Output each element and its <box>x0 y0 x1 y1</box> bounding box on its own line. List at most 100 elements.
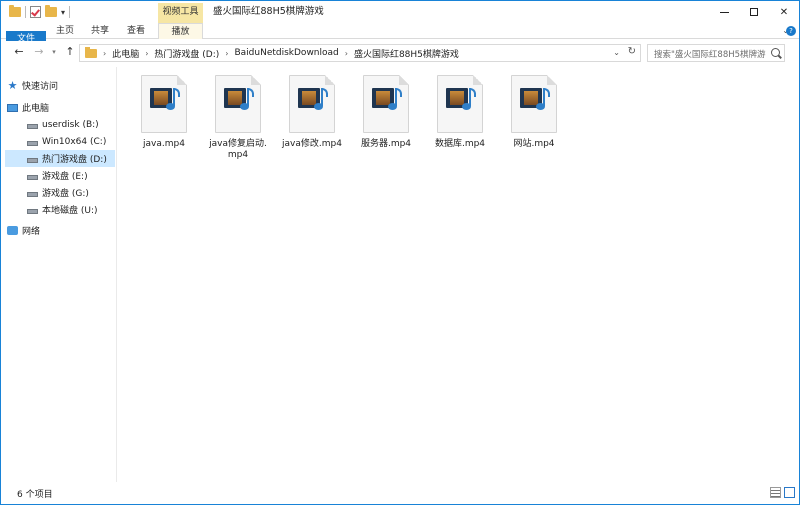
maximize-button[interactable] <box>739 1 769 23</box>
drive-icon <box>27 191 38 197</box>
address-history-chevron-icon[interactable]: ⌄ <box>613 48 620 57</box>
minimize-button[interactable] <box>709 1 739 23</box>
maximize-icon <box>750 8 758 16</box>
quick-access-toolbar: ▾ <box>9 4 71 20</box>
breadcrumb-separator-icon[interactable]: › <box>145 49 148 58</box>
video-file-icon <box>437 75 483 133</box>
music-note-icon <box>536 88 550 114</box>
music-note-icon <box>166 88 180 114</box>
nav-item-network[interactable]: 网络 <box>7 222 115 239</box>
divider <box>69 6 71 18</box>
nav-item-this-pc[interactable]: 此电脑 <box>7 99 115 116</box>
file-name: java.mp4 <box>143 139 185 149</box>
nav-item-quick-access[interactable]: ★ 快速访问 <box>7 77 115 94</box>
nav-item-drive-e[interactable]: 游戏盘 (E:) <box>27 167 115 184</box>
ribbon-tab-bar: 文件 主页 共享 查看 播放 ⌄ ? <box>1 23 799 47</box>
folder-icon <box>85 46 97 58</box>
breadcrumb-this-pc[interactable]: 此电脑 <box>112 47 139 60</box>
minimize-icon <box>719 11 729 13</box>
new-folder-icon[interactable] <box>45 5 57 17</box>
file-item[interactable]: java修改.mp4 <box>279 75 345 150</box>
folder-icon <box>9 5 21 17</box>
breadcrumb-drive-d[interactable]: 热门游戏盘 (D:) <box>154 47 219 60</box>
close-button[interactable]: ✕ <box>769 1 799 23</box>
nav-item-label: 游戏盘 (G:) <box>42 189 89 199</box>
nav-item-label: userdisk (B:) <box>42 119 99 130</box>
music-note-icon <box>240 88 254 114</box>
video-file-icon <box>215 75 261 133</box>
contextual-tab-group-label: 视频工具 <box>158 3 203 23</box>
music-note-icon <box>388 88 402 114</box>
file-item[interactable]: java.mp4 <box>131 75 197 150</box>
divider <box>25 6 26 18</box>
breadcrumb-separator-icon[interactable]: › <box>345 49 348 58</box>
file-item[interactable]: 数据库.mp4 <box>427 75 493 150</box>
computer-icon <box>7 103 18 112</box>
video-file-icon <box>141 75 187 133</box>
file-item[interactable]: 服务器.mp4 <box>353 75 419 150</box>
nav-item-label: 热门游戏盘 (D:) <box>42 155 107 165</box>
status-bar: 6 个项目 <box>1 483 799 504</box>
breadcrumb-separator-icon[interactable]: › <box>103 49 106 58</box>
star-icon: ★ <box>7 78 18 92</box>
tab-view[interactable]: 查看 <box>119 23 153 39</box>
video-file-icon <box>363 75 409 133</box>
title-bar: ▾ 视频工具 盛火国际红88H5棋牌游戏 ✕ <box>1 1 799 23</box>
music-note-icon <box>462 88 476 114</box>
drive-icon <box>27 157 38 163</box>
nav-item-label: 网络 <box>22 227 41 237</box>
breadcrumb-separator-icon[interactable]: › <box>225 49 228 58</box>
address-bar[interactable]: › 此电脑 › 热门游戏盘 (D:) › BaiduNetdiskDownloa… <box>79 44 641 62</box>
drive-icon <box>27 123 38 129</box>
refresh-icon[interactable]: ↻ <box>628 46 636 57</box>
item-count: 6 个项目 <box>17 490 53 500</box>
nav-item-label: 游戏盘 (E:) <box>42 172 88 182</box>
nav-item-drive-u[interactable]: 本地磁盘 (U:) <box>27 201 115 218</box>
window-title: 盛火国际红88H5棋牌游戏 <box>213 6 324 17</box>
back-button[interactable]: ← <box>12 45 26 59</box>
breadcrumb-baidunetdiskdownload[interactable]: BaiduNetdiskDownload <box>234 48 338 58</box>
customize-qat-chevron-down-icon[interactable]: ▾ <box>61 8 65 17</box>
navigation-bar: ← → ▾ ↑ › 此电脑 › 热门游戏盘 (D:) › BaiduNetdis… <box>1 41 799 65</box>
properties-icon[interactable] <box>30 6 41 18</box>
file-name: 服务器.mp4 <box>360 139 412 149</box>
nav-item-drive-c[interactable]: Win10x64 (C:) <box>27 133 115 150</box>
file-name: 网站.mp4 <box>513 139 555 149</box>
file-item[interactable]: 网站.mp4 <box>501 75 567 150</box>
window-controls: ✕ <box>709 1 799 23</box>
nav-item-label: 快速访问 <box>22 82 59 92</box>
file-name: java修复启动.mp4 <box>209 139 267 160</box>
search-box[interactable]: 搜索"盛火国际红88H5棋牌游... <box>647 44 785 62</box>
nav-item-drive-b[interactable]: userdisk (B:) <box>27 116 115 133</box>
nav-item-drive-g[interactable]: 游戏盘 (G:) <box>27 184 115 201</box>
up-button[interactable]: ↑ <box>63 45 77 59</box>
video-file-icon <box>511 75 557 133</box>
nav-item-label: 此电脑 <box>22 104 50 114</box>
drive-icon <box>27 174 38 180</box>
search-placeholder[interactable]: 搜索"盛火国际红88H5棋牌游... <box>654 48 766 60</box>
details-view-icon[interactable] <box>770 487 781 498</box>
navigation-pane: ★ 快速访问 此电脑 userdisk (B:) Win10x64 (C:) 热… <box>1 67 117 482</box>
forward-button[interactable]: → <box>32 45 46 59</box>
network-icon <box>7 226 18 235</box>
recent-locations-chevron-icon[interactable]: ▾ <box>47 45 61 59</box>
file-item[interactable]: java修复启动.mp4 <box>205 75 271 161</box>
drive-icon <box>27 208 38 214</box>
search-icon[interactable] <box>771 48 780 57</box>
file-name: java修改.mp4 <box>282 139 342 149</box>
tab-share[interactable]: 共享 <box>83 23 117 39</box>
nav-item-label: 本地磁盘 (U:) <box>42 206 98 216</box>
help-icon[interactable]: ? <box>786 26 796 36</box>
tab-play[interactable]: 播放 <box>158 23 203 39</box>
drive-icon <box>27 140 38 146</box>
large-icons-view-icon[interactable] <box>784 487 795 498</box>
video-file-icon <box>289 75 335 133</box>
close-icon: ✕ <box>779 6 789 18</box>
nav-item-label: Win10x64 (C:) <box>42 136 107 147</box>
music-note-icon <box>314 88 328 114</box>
breadcrumb-current-folder[interactable]: 盛火国际红88H5棋牌游戏 <box>354 47 459 60</box>
nav-item-drive-d[interactable]: 热门游戏盘 (D:) <box>5 150 115 167</box>
explorer-window: ▾ 视频工具 盛火国际红88H5棋牌游戏 ✕ 文件 主页 共享 查看 播放 ⌄ … <box>0 0 800 505</box>
tab-home[interactable]: 主页 <box>49 23 81 39</box>
file-list: java.mp4 java修复启动.mp4 java修改.mp4 服务器.mp4 <box>118 67 798 482</box>
